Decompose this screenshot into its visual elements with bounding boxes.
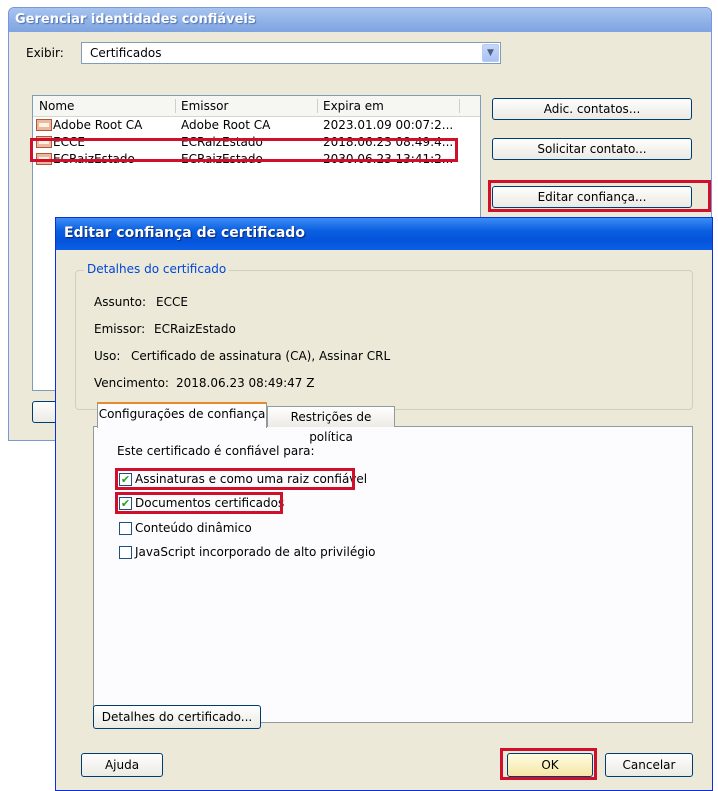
- certificate-details-button[interactable]: Detalhes do certificado...: [93, 705, 261, 729]
- usage-label: Uso:: [94, 349, 121, 363]
- checkbox-dynamic-content[interactable]: [119, 522, 132, 535]
- column-separator[interactable]: [175, 99, 176, 113]
- expiry-value: 2018.06.23 08:49:47 Z: [176, 376, 315, 390]
- help-button[interactable]: Ajuda: [81, 753, 163, 777]
- highlight-edit-trust-button: [488, 180, 711, 212]
- bg-window-titlebar: Gerenciar identidades confiáveis: [9, 8, 711, 32]
- column-header-expires[interactable]: Expira em: [323, 99, 384, 113]
- expiry-label: Vencimento:: [94, 376, 169, 390]
- column-separator[interactable]: [459, 99, 460, 113]
- show-select-value: Certificados: [90, 46, 162, 60]
- highlight-signatures-option: [115, 468, 355, 490]
- table-row[interactable]: Adobe Root CA Adobe Root CA 2023.01.09 0…: [33, 117, 480, 134]
- add-contacts-button[interactable]: Adic. contatos...: [492, 98, 692, 120]
- chevron-down-icon[interactable]: ▼: [482, 44, 499, 62]
- usage-value: Certificado de assinatura (CA), Assinar …: [131, 349, 391, 363]
- dialog-titlebar[interactable]: Editar confiança de certificado: [56, 218, 712, 250]
- certificate-details-group-label: Detalhes do certificado: [84, 262, 230, 276]
- tab-policy-restrictions[interactable]: Restrições de política: [267, 406, 395, 444]
- issuer-label: Emissor:: [94, 322, 146, 336]
- checkbox-high-privilege-javascript[interactable]: [119, 546, 132, 559]
- row-issuer: Adobe Root CA: [181, 118, 271, 132]
- option-dynamic-content-label[interactable]: Conteúdo dinâmico: [135, 521, 252, 535]
- highlight-ecce-row: [30, 138, 458, 162]
- subject-value: ECCE: [156, 295, 188, 309]
- trust-heading: Este certificado é confiável para:: [117, 444, 315, 458]
- show-select[interactable]: Certificados ▼: [81, 42, 501, 64]
- row-expires: 2023.01.09 00:07:2...: [323, 118, 454, 132]
- cancel-button[interactable]: Cancelar: [605, 753, 693, 777]
- show-label: Exibir:: [26, 46, 64, 60]
- column-header-issuer[interactable]: Emissor: [181, 99, 228, 113]
- bg-window-title: Gerenciar identidades confiáveis: [15, 12, 256, 27]
- certificate-icon: [36, 119, 52, 131]
- highlight-ok-button: [500, 748, 597, 780]
- list-header: Nome Emissor Expira em: [33, 96, 480, 117]
- row-name: Adobe Root CA: [53, 118, 143, 132]
- request-contact-button[interactable]: Solicitar contato...: [492, 138, 692, 160]
- column-header-name[interactable]: Nome: [39, 99, 74, 113]
- tab-trust-settings[interactable]: Configurações de confiança: [97, 402, 267, 428]
- subject-label: Assunto:: [94, 295, 147, 309]
- highlight-certified-documents-option: [115, 492, 283, 514]
- dialog-title: Editar confiança de certificado: [64, 225, 305, 241]
- column-separator[interactable]: [317, 99, 318, 113]
- issuer-value: ECRaizEstado: [154, 322, 236, 336]
- option-high-privilege-javascript-label[interactable]: JavaScript incorporado de alto privilégi…: [135, 545, 376, 559]
